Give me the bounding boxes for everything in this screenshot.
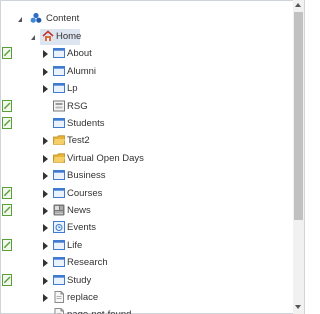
folder-page-icon <box>53 169 65 181</box>
expand-toggle-icon[interactable] <box>40 82 52 96</box>
expand-toggle-icon[interactable] <box>40 169 52 183</box>
scrollbar-thumb[interactable] <box>294 12 303 220</box>
document-icon <box>53 291 65 303</box>
tree-node-label: About <box>67 48 92 59</box>
expand-toggle-icon[interactable] <box>40 221 52 235</box>
expand-toggle-icon[interactable] <box>40 256 52 270</box>
edit-status-icon <box>2 204 13 216</box>
expand-toggle-icon[interactable] <box>40 187 52 201</box>
tree-node-label: Courses <box>67 188 103 199</box>
tree-root-row[interactable]: Content <box>0 11 292 28</box>
tree-node-label: Virtual Open Days <box>67 153 144 164</box>
expand-toggle-icon[interactable] <box>40 204 52 218</box>
tree-node-about[interactable]: About <box>0 46 292 63</box>
vertical-scrollbar[interactable] <box>293 0 304 314</box>
tree-node-virtual-open-days[interactable]: Virtual Open Days <box>0 151 292 168</box>
tree-node-label: Lp <box>67 83 78 94</box>
tree-node-label: page-not-found <box>67 309 131 314</box>
tree-node-students[interactable]: Students <box>0 116 292 133</box>
tree-node-alumni[interactable]: Alumni <box>0 64 292 81</box>
news-icon <box>53 204 65 216</box>
expand-toggle-icon[interactable] <box>40 65 52 79</box>
folder-page-icon <box>53 256 65 268</box>
folder-page-icon <box>53 82 65 94</box>
tree-node-label: Students <box>67 118 105 129</box>
folder-page-icon <box>53 274 65 286</box>
expand-toggle-icon[interactable] <box>40 152 52 166</box>
tree-node-label: Business <box>67 170 106 181</box>
tree-node-home[interactable]: Home <box>0 29 292 46</box>
content-tree: Content Home About Alumni Lp RSG Students Test… <box>0 0 292 314</box>
edit-status-icon <box>2 47 13 59</box>
yellow-folder-icon <box>53 152 65 164</box>
tree-node-research[interactable]: Research <box>0 255 292 272</box>
scroll-down-arrow-icon[interactable] <box>295 305 301 309</box>
tree-node-lp[interactable]: Lp <box>0 81 292 98</box>
tree-node-label: News <box>67 205 91 216</box>
tree-node-life[interactable]: Life <box>0 238 292 255</box>
document-icon <box>53 308 65 314</box>
events-icon <box>53 221 65 233</box>
content-root-icon <box>30 12 42 24</box>
tree-node-label: Life <box>67 240 83 251</box>
folder-page-icon <box>53 65 65 77</box>
tree-node-business[interactable]: Business <box>0 168 292 185</box>
tree-node-label: Test2 <box>67 135 90 146</box>
tree-node-study[interactable]: Study <box>0 273 292 290</box>
yellow-folder-icon <box>53 134 65 146</box>
expand-toggle-icon[interactable] <box>40 239 52 253</box>
edit-status-icon <box>2 239 13 251</box>
edit-status-icon <box>2 100 13 112</box>
expand-toggle-root[interactable] <box>16 12 28 26</box>
tree-node-news[interactable]: News <box>0 203 292 220</box>
tree-node-label: Events <box>67 222 97 233</box>
tree-node-test2[interactable]: Test2 <box>0 133 292 150</box>
tree-node-label: replace <box>67 292 99 303</box>
folder-page-icon <box>53 239 65 251</box>
scroll-up-arrow-icon[interactable] <box>295 3 301 7</box>
home-icon <box>42 30 54 42</box>
tree-node-label: Alumni <box>67 66 97 77</box>
edit-status-icon <box>2 187 13 199</box>
tree-node-courses[interactable]: Courses <box>0 186 292 203</box>
edit-status-icon <box>2 117 13 129</box>
tree-node-label: Research <box>67 257 108 268</box>
tree-root-label: Content <box>46 13 80 24</box>
tree-node-page-not-found[interactable]: page-not-found <box>0 307 292 314</box>
tree-node-label: Home <box>56 31 82 42</box>
tree-node-events[interactable]: Events <box>0 220 292 237</box>
tree-node-replace[interactable]: replace <box>0 290 292 307</box>
expand-toggle-icon[interactable] <box>40 134 52 148</box>
tree-node-label: Study <box>67 275 92 286</box>
rsg-icon <box>53 100 65 112</box>
tree-node-rsg[interactable]: RSG <box>0 99 292 116</box>
collapse-toggle-icon[interactable] <box>29 30 41 44</box>
folder-page-icon <box>53 187 65 199</box>
edit-status-icon <box>2 274 13 286</box>
folder-page-icon <box>53 117 65 129</box>
expand-toggle-icon[interactable] <box>40 291 52 305</box>
expand-toggle-icon[interactable] <box>40 274 52 288</box>
tree-node-label: RSG <box>67 101 88 112</box>
expand-toggle-icon[interactable] <box>40 47 52 61</box>
folder-page-icon <box>53 47 65 59</box>
